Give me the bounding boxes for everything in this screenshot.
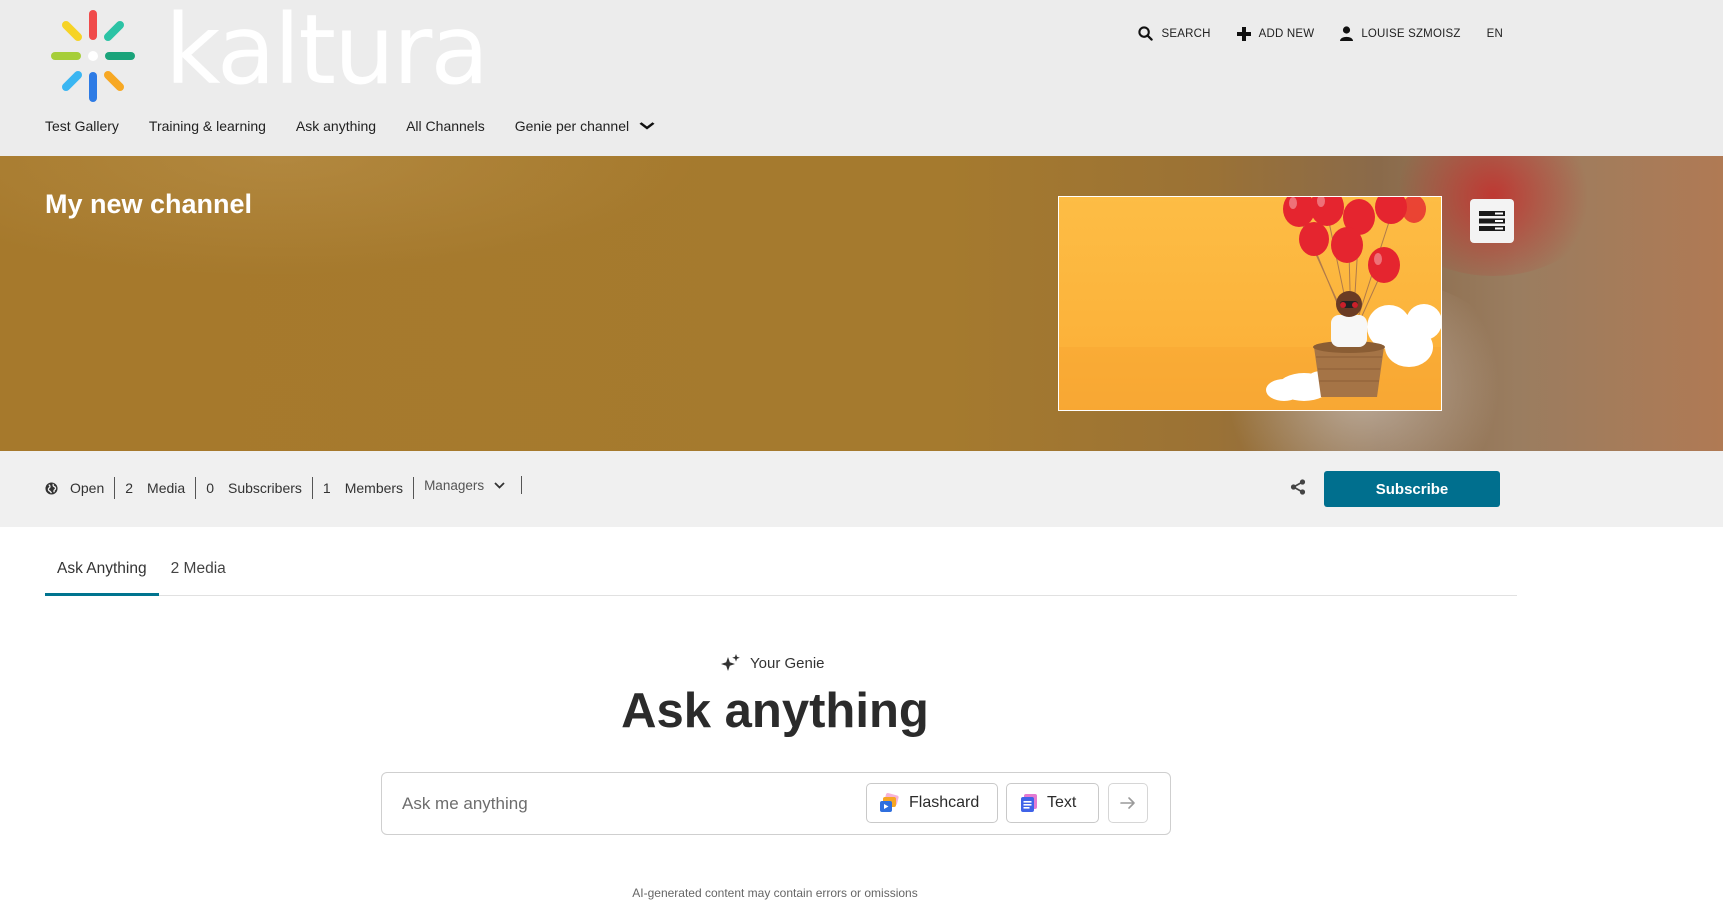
tab-ask-anything[interactable]: Ask Anything (45, 552, 159, 596)
user-name: LOUISE SZMOISZ (1361, 27, 1461, 40)
members-count: 1 (322, 480, 331, 496)
chevron-down-icon[interactable] (639, 122, 655, 130)
channel-tabs: Ask Anything 2 Media (45, 552, 1517, 596)
subscribers-label: Subscribers (227, 480, 302, 496)
nav-item-ask-anything[interactable]: Ask anything (296, 118, 376, 134)
kaltura-burst-icon (51, 10, 135, 102)
media-count: 2 (125, 480, 134, 496)
privacy-stat: Open (45, 477, 116, 499)
nav-item-training-learning[interactable]: Training & learning (149, 118, 266, 134)
add-new-button[interactable]: ADD NEW (1236, 26, 1315, 41)
channel-thumbnail (1058, 196, 1442, 411)
nav-item-label: Test Gallery (45, 118, 119, 134)
channel-actions-menu-button[interactable] (1470, 199, 1514, 243)
brand-name: kaltura (165, 0, 489, 106)
subscribers-stat: 0 Subscribers (196, 477, 313, 499)
privacy-label: Open (70, 480, 105, 496)
tab-media[interactable]: 2 Media (159, 552, 238, 596)
kaltura-logo[interactable]: kaltura (45, 0, 489, 106)
sparkles-icon (721, 654, 740, 671)
ask-input[interactable] (402, 789, 832, 819)
main-navigation: Test Gallery Training & learning Ask any… (45, 114, 683, 138)
search-icon (1138, 26, 1154, 41)
globe-icon (45, 481, 58, 495)
flashcard-icon (880, 793, 899, 812)
nav-item-test-gallery[interactable]: Test Gallery (45, 118, 119, 134)
genie-label-text: Your Genie (750, 654, 825, 672)
top-utility-bar: SEARCH ADD NEW LOUISE SZMOISZ EN (1112, 26, 1503, 41)
genie-label: Your Genie (720, 653, 825, 673)
balloon-basket-illustration (1059, 197, 1441, 410)
flashcard-label: Flashcard (909, 794, 980, 811)
plus-icon (1236, 26, 1251, 41)
nav-item-all-channels[interactable]: All Channels (406, 118, 485, 134)
nav-item-genie-per-channel[interactable]: Genie per channel (514, 118, 655, 134)
chevron-down-icon (494, 481, 505, 489)
nav-item-label: Genie per channel (514, 118, 630, 134)
media-label: Media (147, 480, 186, 496)
share-icon[interactable] (1290, 479, 1306, 495)
menu-list-icon (1479, 211, 1505, 231)
nav-item-label: All Channels (406, 118, 485, 134)
language-selector[interactable]: EN (1487, 28, 1503, 40)
ask-box: Flashcard Text (381, 772, 1171, 835)
add-new-label: ADD NEW (1258, 27, 1315, 40)
channel-stats: Open 2 Media 0 Subscribers 1 Members Man… (45, 476, 523, 499)
user-icon (1340, 26, 1354, 41)
members-label: Members (344, 480, 404, 496)
send-button[interactable] (1108, 783, 1148, 823)
search-button[interactable]: SEARCH (1138, 26, 1210, 41)
text-button[interactable]: Text (1006, 783, 1099, 823)
managers-dropdown[interactable]: Managers (414, 476, 523, 494)
ai-disclaimer: AI-generated content may contain errors … (632, 886, 918, 900)
text-label: Text (1047, 794, 1077, 811)
subscribe-button[interactable]: Subscribe (1324, 471, 1500, 507)
channel-info-bar: Open 2 Media 0 Subscribers 1 Members Man… (0, 451, 1723, 527)
flashcard-button[interactable]: Flashcard (866, 783, 998, 823)
nav-item-label: Training & learning (148, 118, 266, 134)
nav-item-label: Ask anything (295, 118, 377, 134)
channel-banner: My new channel (0, 156, 1723, 451)
user-menu-button[interactable]: LOUISE SZMOISZ (1340, 26, 1460, 41)
search-label: SEARCH (1161, 27, 1211, 40)
members-stat: 1 Members (313, 477, 415, 499)
media-stat: 2 Media (115, 477, 197, 499)
arrow-right-icon (1120, 797, 1135, 809)
genie-title: Ask anything (621, 684, 929, 738)
managers-label: Managers (424, 477, 485, 493)
channel-title: My new channel (45, 189, 253, 219)
document-text-icon (1021, 794, 1037, 812)
site-header: kaltura SEARCH ADD NEW LOUISE SZMOISZ EN… (0, 0, 1723, 156)
subscribers-count: 0 (206, 480, 214, 496)
language-label: EN (1486, 27, 1503, 40)
